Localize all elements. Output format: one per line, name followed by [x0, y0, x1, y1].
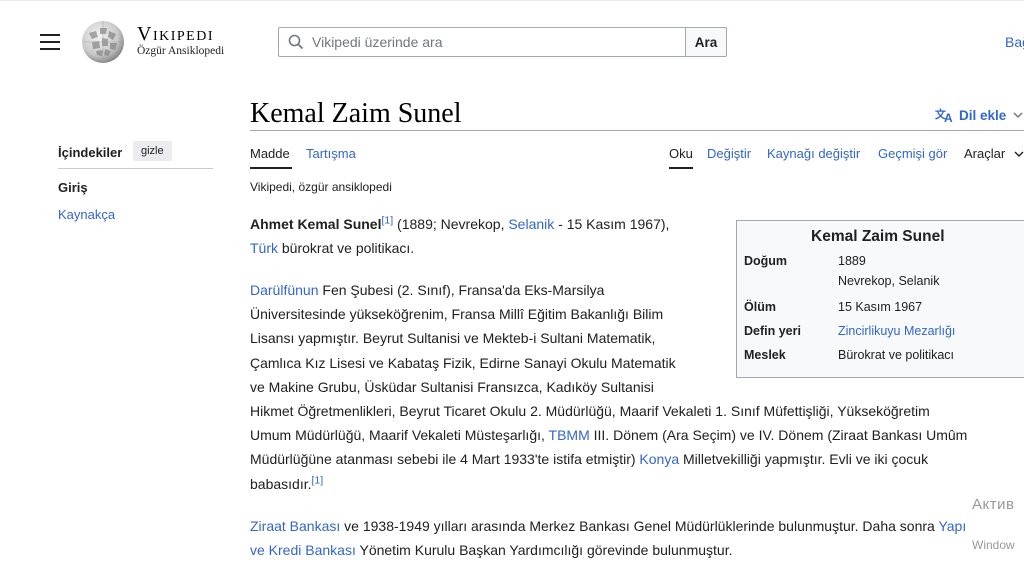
tab-article-underline	[250, 167, 292, 169]
infobox: Kemal Zaim Sunel Doğum 1889 Nevrekop, Se…	[736, 220, 1024, 378]
page-title: Kemal Zaim Sunel	[250, 98, 462, 129]
add-language-label: Dil ekle	[959, 107, 1007, 123]
infobox-value: 1889	[838, 254, 866, 268]
tab-edit-source[interactable]: Kaynağı değiştir	[767, 146, 860, 161]
text: bürokrat ve politikacı.	[278, 240, 415, 257]
top-border	[0, 0, 1024, 1]
text: Lisansı yapmıştır. Beyrut Sultanisi ve M…	[250, 330, 656, 347]
wikipedia-globe-icon[interactable]	[80, 19, 126, 65]
tab-edit[interactable]: Değiştir	[707, 146, 751, 161]
main-menu-icon[interactable]	[40, 34, 60, 50]
text: Yönetim Kurulu Başkan Yardımcılığı görev…	[355, 542, 733, 559]
text: Umum Müdürlüğü, Maarif Vekaleti Müsteşar…	[250, 427, 549, 444]
tools-label: Araçlar	[964, 146, 1006, 161]
toc-hide-button[interactable]: gizle	[133, 141, 172, 161]
text: Müdürlüğüne atanması sebebi ile 4 Mart 1…	[250, 451, 640, 468]
search-icon	[288, 34, 304, 50]
chevron-down-icon	[1013, 112, 1023, 119]
activation-watermark: Window	[972, 538, 1015, 552]
toc-item-intro[interactable]: Giriş	[58, 180, 88, 195]
text: ve Makine Grubu, Üsküdar Sultanisi Frans…	[250, 378, 654, 395]
infobox-value: 15 Kasım 1967	[838, 300, 923, 314]
infobox-value: Bürokrat ve politikacı	[838, 348, 955, 362]
paragraph-intro: Ahmet Kemal Sunel[1] (1889; Nevrekop, Se…	[250, 212, 730, 260]
activation-watermark: Актив	[972, 496, 1015, 513]
logo-title: Vikipedi	[137, 23, 214, 45]
toc-divider	[58, 168, 213, 169]
paragraph-banking: Ziraat Bankası ve 1938-1949 yılları aras…	[250, 514, 1024, 562]
link-darulfunun[interactable]: Darülfünun	[250, 282, 319, 298]
link-tbmm[interactable]: TBMM	[549, 427, 590, 443]
language-icon: 文 A	[935, 107, 953, 123]
tab-article[interactable]: Madde	[250, 146, 290, 161]
tools-menu[interactable]: Araçlar	[964, 146, 1024, 161]
search-input[interactable]	[312, 34, 672, 50]
article-subject: Ahmet Kemal Sunel	[250, 216, 382, 232]
infobox-label: Defin yeri	[744, 324, 801, 338]
infobox-label: Doğum	[744, 254, 788, 268]
tab-read-underline	[669, 167, 693, 169]
site-tagline: Vikipedi, özgür ansiklopedi	[250, 180, 392, 194]
link-selanik[interactable]: Selanik	[508, 216, 554, 232]
text: (1889; Nevrekop,	[393, 216, 509, 232]
infobox-label: Meslek	[744, 348, 786, 362]
logo-subtitle: Özgür Ansiklopedi	[137, 45, 225, 57]
text: - 15 Kasım 1967),	[554, 216, 670, 232]
tab-talk[interactable]: Tartışma	[306, 146, 356, 161]
donate-link[interactable]: Bağ	[1005, 34, 1024, 50]
link-zincirlikuyu[interactable]: Zincirlikuyu Mezarlığı	[838, 324, 955, 338]
title-divider	[250, 130, 1024, 131]
chevron-down-icon	[1014, 151, 1024, 157]
infobox-label: Ölüm	[744, 300, 776, 314]
link-yapi-kredi[interactable]: Yapı	[938, 518, 966, 534]
tab-history[interactable]: Geçmişi gör	[878, 146, 947, 161]
svg-text:A: A	[944, 111, 953, 123]
infobox-title: Kemal Zaim Sunel	[811, 228, 945, 245]
link-ziraat[interactable]: Ziraat Bankası	[250, 518, 340, 534]
text: III. Dönem (Ara Seçim) ve IV. Dönem (Zir…	[589, 427, 968, 444]
add-language-button[interactable]: 文 A Dil ekle	[935, 107, 1024, 123]
toc-title: İçindekiler	[58, 145, 123, 160]
reference-link[interactable]: [1]	[312, 474, 324, 486]
text: Hikmet Öğretmenlikleri, Beyrut Ticaret O…	[250, 403, 930, 420]
search-button[interactable]: Ara	[685, 27, 727, 57]
text: Çamlıca Kız Lisesi ve Kabataş Fizik, Edi…	[250, 354, 676, 371]
tab-read[interactable]: Oku	[669, 146, 693, 161]
text: babasıdır.	[250, 475, 312, 492]
text: Üniversitesinde yükseköğrenim, Fransa Mi…	[250, 306, 664, 323]
text: Fen Şubesi (2. Sınıf), Fransa'da Eks-Mar…	[318, 282, 605, 298]
search-box	[278, 27, 685, 57]
wordmark[interactable]: Vikipedi Özgür Ansiklopedi	[137, 24, 224, 57]
text: ve 1938-1949 yılları arasında Merkez Ban…	[340, 518, 939, 534]
infobox-value: Nevrekop, Selanik	[838, 274, 940, 288]
text: Milletvekilliği yapmıştır. Evli ve iki ç…	[679, 451, 929, 468]
link-yapi-kredi[interactable]: ve Kredi Bankası	[250, 542, 356, 558]
toc-item-references[interactable]: Kaynakça	[58, 207, 115, 222]
reference-link[interactable]: [1]	[381, 214, 393, 226]
link-turk[interactable]: Türk	[250, 240, 278, 256]
link-konya[interactable]: Konya	[639, 451, 679, 467]
